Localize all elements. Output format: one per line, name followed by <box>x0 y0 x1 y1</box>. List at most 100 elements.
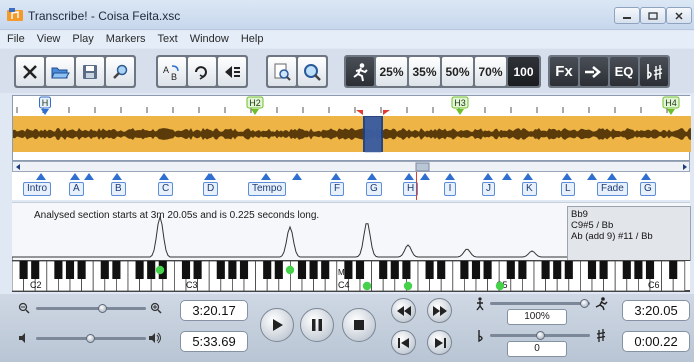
menu-file[interactable]: File <box>0 31 30 48</box>
forward-button[interactable] <box>580 57 608 86</box>
piano-keyboard[interactable]: C2C3C4C5C6Mi <box>12 260 690 292</box>
length-time[interactable]: 5:33.69 <box>180 331 248 352</box>
maximize-button[interactable] <box>640 7 666 24</box>
octave-label: C6 <box>648 280 660 290</box>
speed-100-button[interactable]: 100 <box>508 57 539 86</box>
scroll-left-icon <box>16 164 20 170</box>
pitch-slider-thumb[interactable] <box>536 331 545 340</box>
loop-button[interactable] <box>188 57 216 86</box>
marker-a[interactable]: A <box>69 182 84 196</box>
open-file-button[interactable] <box>46 57 74 86</box>
marker-f[interactable]: F <box>330 182 345 196</box>
black-key <box>425 261 434 279</box>
play-button[interactable] <box>260 308 294 342</box>
zoom-slider-thumb[interactable] <box>98 304 107 313</box>
close-file-button[interactable] <box>16 57 44 86</box>
pause-button[interactable] <box>300 308 334 342</box>
keyboard-keys: C2C3C4C5C6Mi <box>12 261 686 291</box>
unlabeled-marker[interactable] <box>84 173 94 180</box>
marker-j[interactable]: J <box>482 182 495 196</box>
skip-back-icon <box>397 337 409 348</box>
speed-35-button[interactable]: 35% <box>409 57 440 86</box>
zoom-page-button[interactable] <box>268 57 296 86</box>
menu-play[interactable]: Play <box>65 31 98 48</box>
menu-markers[interactable]: Markers <box>99 31 151 48</box>
marker-c[interactable]: C <box>158 182 174 196</box>
marker-strip[interactable]: Intro A B C D Tempo F G H I J K L Fade G <box>12 172 690 200</box>
stop-button[interactable] <box>342 308 376 342</box>
waveform-canvas[interactable]: H H2 H3 H4 <box>13 96 691 162</box>
black-key <box>228 261 237 279</box>
black-key <box>460 261 469 279</box>
menu-help[interactable]: Help <box>234 31 269 48</box>
loop-start-time[interactable]: 3:20.05 <box>622 300 690 321</box>
waveform-view[interactable]: H H2 H3 H4 <box>12 95 691 162</box>
marker-b[interactable]: B <box>111 182 126 196</box>
speed-25-button[interactable]: 25% <box>376 57 407 86</box>
zoom-out-icon[interactable] <box>18 302 30 314</box>
pitch-value[interactable]: 0 <box>507 341 567 357</box>
position-time[interactable]: 3:20.17 <box>180 300 248 321</box>
transpose-button[interactable] <box>640 57 668 86</box>
speed-tool-group: 25% 35% 50% 70% 100 <box>344 55 541 88</box>
black-key <box>147 261 156 279</box>
zoom-in-icon[interactable] <box>150 302 162 314</box>
marker-intro[interactable]: Intro <box>23 182 52 196</box>
toolbar: AB 25% 35% 50% 70% 100 Fx EQ <box>0 49 694 93</box>
scrollbar-thumb <box>415 162 430 172</box>
speed-mode-button[interactable] <box>346 57 374 86</box>
marker-tempo[interactable]: Tempo <box>248 182 287 196</box>
save-file-button[interactable] <box>76 57 104 86</box>
black-key <box>216 261 225 279</box>
marker-pointer <box>367 173 377 180</box>
marker-g[interactable]: G <box>366 182 382 196</box>
effects-tool-group: Fx EQ <box>548 55 670 88</box>
zoom-button[interactable] <box>298 57 326 86</box>
speed-slider[interactable] <box>490 302 590 305</box>
properties-button[interactable] <box>106 57 134 86</box>
middle-c-label: Mi <box>338 268 347 277</box>
marker-k[interactable]: K <box>522 182 537 196</box>
goto-start-button[interactable] <box>391 330 416 355</box>
detected-note <box>362 281 372 291</box>
menu-view[interactable]: View <box>30 31 66 48</box>
pause-icon <box>312 319 322 331</box>
speed-70-button[interactable]: 70% <box>475 57 506 86</box>
minimize-icon <box>623 16 631 19</box>
fast-forward-button[interactable] <box>427 298 452 323</box>
close-button[interactable] <box>666 7 692 24</box>
speed-percent[interactable]: 100% <box>507 309 567 325</box>
eq-button[interactable]: EQ <box>610 57 638 86</box>
minimize-button[interactable] <box>614 7 640 24</box>
unlabeled-marker[interactable] <box>206 173 216 180</box>
x-icon <box>23 64 37 79</box>
note-analysis-panel: Analysed section starts at 3m 20.05s and… <box>12 202 691 261</box>
speed-50-button[interactable]: 50% <box>442 57 473 86</box>
rewind-button[interactable] <box>391 298 416 323</box>
goto-end-button[interactable] <box>427 330 452 355</box>
unlabeled-marker[interactable] <box>420 173 430 180</box>
detected-note <box>495 281 505 291</box>
fx-button[interactable]: Fx <box>550 57 578 86</box>
goto-marker-button[interactable] <box>218 57 246 86</box>
black-key <box>553 261 562 279</box>
menu-window[interactable]: Window <box>183 31 234 48</box>
marker-i[interactable]: I <box>444 182 456 196</box>
unlabeled-marker[interactable] <box>587 173 597 180</box>
unlabeled-marker[interactable] <box>292 173 302 180</box>
marker-l[interactable]: L <box>561 182 575 196</box>
volume-slider-thumb[interactable] <box>86 334 95 343</box>
marker-pointer <box>607 173 617 180</box>
marker-g[interactable]: G <box>640 182 656 196</box>
marker-fade[interactable]: Fade <box>597 182 628 196</box>
menu-text[interactable]: Text <box>151 31 183 48</box>
marker-d[interactable]: D <box>203 182 219 196</box>
unlabeled-marker[interactable] <box>502 173 512 180</box>
speed-slider-thumb[interactable] <box>580 299 589 308</box>
magnifier-icon <box>113 64 128 79</box>
replace-button[interactable]: AB <box>158 57 186 86</box>
zoom-slider[interactable] <box>36 307 146 310</box>
loop-length-time[interactable]: 0:00.22 <box>622 331 690 352</box>
black-key <box>77 261 86 279</box>
horizontal-scrollbar[interactable] <box>12 161 690 172</box>
